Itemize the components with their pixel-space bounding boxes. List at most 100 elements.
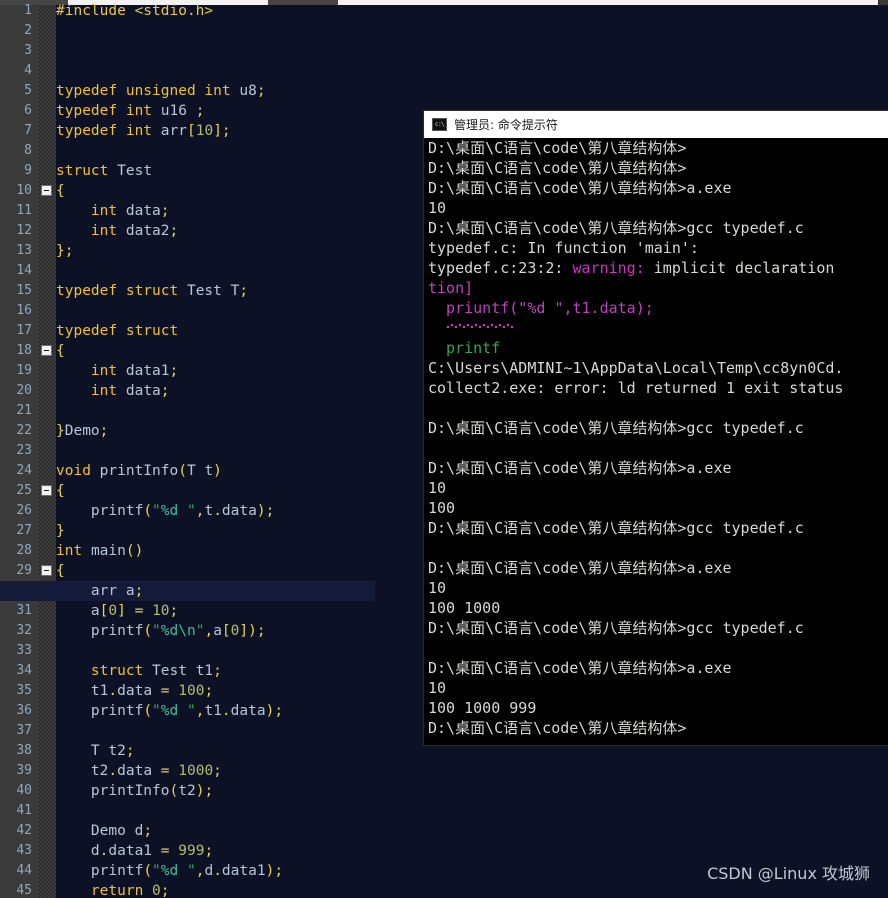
console-title-bar[interactable]: c:\ 管理员: 命令提示符 [424, 111, 888, 138]
line-number: 40 [16, 783, 32, 798]
code-line[interactable]: return 0; [56, 881, 170, 898]
line-number: 26 [16, 503, 32, 518]
line-number: 43 [16, 843, 32, 858]
line-number: 28 [16, 543, 32, 558]
fold-toggle-icon[interactable] [41, 345, 52, 356]
console-title-text: 管理员: 命令提示符 [454, 118, 558, 132]
code-line[interactable]: int data; [56, 201, 170, 221]
code-line[interactable]: typedef int u16 ; [56, 101, 204, 121]
line-number: 23 [16, 443, 32, 458]
code-line[interactable]: #include <stdio.h> [56, 1, 213, 21]
code-line[interactable]: { [56, 481, 65, 501]
line-number: 32 [16, 623, 32, 638]
code-line[interactable]: t1.data = 100; [56, 681, 213, 701]
console-line: 10 [428, 679, 447, 697]
line-number: 8 [24, 143, 32, 158]
console-line: tion] [428, 279, 474, 297]
console-line: D:\桌面\C语言\code\第八章结构体>gcc typedef.c [428, 619, 804, 637]
line-number: 15 [16, 283, 32, 298]
code-line[interactable]: printf("%d ",t.data); [56, 501, 274, 521]
code-line[interactable]: struct Test t1; [56, 661, 222, 681]
code-line[interactable]: arr a; [56, 581, 143, 601]
fold-toggle-icon[interactable] [41, 485, 52, 496]
code-line[interactable]: int main() [56, 541, 143, 561]
line-number: 29 [16, 563, 32, 578]
line-number: 27 [16, 523, 32, 538]
code-line[interactable]: }Demo; [56, 421, 108, 441]
watermark: CSDN @Linux 攻城狮 [707, 864, 870, 883]
line-number: 42 [16, 823, 32, 838]
console-line: D:\桌面\C语言\code\第八章结构体>gcc typedef.c [428, 419, 804, 437]
code-line[interactable]: T t2; [56, 741, 135, 761]
code-line[interactable]: a[0] = 10; [56, 601, 178, 621]
line-number: 45 [16, 883, 32, 898]
command-prompt-window[interactable]: c:\ 管理员: 命令提示符 D:\桌面\C语言\code\第八章结构体> D:\… [423, 110, 888, 746]
screen-root: 1 2 3 4 5 6 7 8 9 10 11 12 13 14 15 16 17 18 19 20 21 22 23 24 2… [0, 0, 888, 898]
line-number: 24 [16, 463, 32, 478]
line-number: 37 [16, 723, 32, 738]
line-number: 16 [16, 303, 32, 318]
line-number: 2 [24, 23, 32, 38]
code-line[interactable]: printInfo(t2); [56, 781, 213, 801]
line-number: 38 [16, 743, 32, 758]
code-line[interactable]: { [56, 341, 65, 361]
line-number: 21 [16, 403, 32, 418]
console-line: collect2.exe: error: ld returned 1 exit … [428, 379, 844, 397]
code-line[interactable]: typedef unsigned int u8; [56, 81, 266, 101]
line-number: 1 [24, 3, 32, 18]
code-line[interactable]: int data; [56, 381, 170, 401]
line-number: 9 [24, 163, 32, 178]
code-line[interactable]: printf("%d ",d.data1); [56, 861, 283, 881]
code-line[interactable]: struct Test [56, 161, 152, 181]
line-number: 12 [16, 223, 32, 238]
fold-margin[interactable] [38, 5, 56, 898]
code-line[interactable]: { [56, 561, 65, 581]
console-line: D:\桌面\C语言\code\第八章结构体> [428, 159, 687, 177]
code-line[interactable]: d.data1 = 999; [56, 841, 213, 861]
line-number: 41 [16, 803, 32, 818]
line-number: 33 [16, 643, 32, 658]
console-line: 100 1000 999 [428, 699, 537, 717]
line-number: 22 [16, 423, 32, 438]
console-output[interactable]: D:\桌面\C语言\code\第八章结构体> D:\桌面\C语言\code\第八章… [424, 138, 888, 745]
console-line: D:\桌面\C语言\code\第八章结构体>a.exe [428, 559, 732, 577]
code-line[interactable]: }; [56, 241, 73, 261]
line-number: 11 [16, 203, 32, 218]
line-number: 19 [16, 363, 32, 378]
code-line[interactable]: typedef struct Test T; [56, 281, 248, 301]
line-number: 3 [24, 43, 32, 58]
code-line[interactable]: { [56, 181, 65, 201]
code-line[interactable]: typedef int arr[10]; [56, 121, 231, 141]
console-line: C:\Users\ADMINI~1\AppData\Local\Temp\cc8… [428, 359, 844, 377]
line-number: 25 [16, 483, 32, 498]
console-line: D:\桌面\C语言\code\第八章结构体>gcc typedef.c [428, 519, 804, 537]
code-line[interactable]: } [56, 521, 65, 541]
code-line[interactable]: int data1; [56, 361, 178, 381]
console-line: 10 [428, 479, 447, 497]
console-line: priuntf("%d ",t1.data); [428, 299, 654, 317]
code-line[interactable]: Demo d; [56, 821, 152, 841]
console-line: D:\桌面\C语言\code\第八章结构体> [428, 139, 687, 157]
line-number: 5 [24, 83, 32, 98]
code-line[interactable]: int data2; [56, 221, 178, 241]
code-line[interactable]: printf("%d\n",a[0]); [56, 621, 266, 641]
code-line[interactable]: t2.data = 1000; [56, 761, 222, 781]
console-line: 100 1000 [428, 599, 501, 617]
console-line: 10 [428, 199, 447, 217]
line-number: 36 [16, 703, 32, 718]
code-line[interactable]: printf("%d ",t1.data); [56, 701, 283, 721]
code-line[interactable]: typedef struct [56, 321, 178, 341]
fold-toggle-icon[interactable] [41, 565, 52, 576]
cmd-icon: c:\ [432, 118, 447, 131]
fold-toggle-icon[interactable] [41, 185, 52, 196]
line-number: 17 [16, 323, 32, 338]
code-line[interactable]: void printInfo(T t) [56, 461, 222, 481]
line-number: 35 [16, 683, 32, 698]
console-line: D:\桌面\C语言\code\第八章结构体>a.exe [428, 179, 732, 197]
line-number: 39 [16, 763, 32, 778]
console-line: D:\桌面\C语言\code\第八章结构体>a.exe [428, 659, 732, 677]
